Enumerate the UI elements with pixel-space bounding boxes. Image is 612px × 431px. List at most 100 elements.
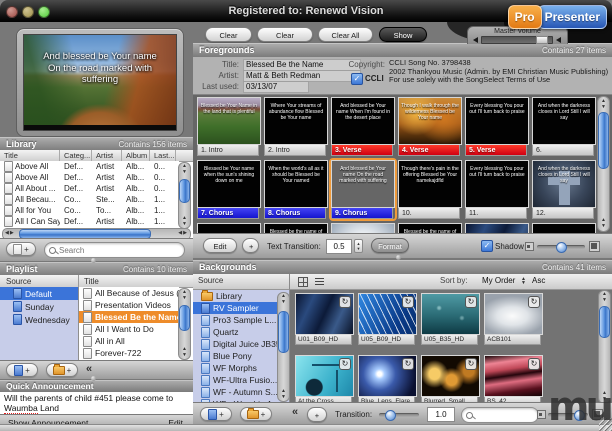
background-thumbnail[interactable]: ↻ U01_B09_HD	[295, 293, 354, 345]
foreground-slide[interactable]: And when the darkness closes in Lord Sti…	[532, 160, 596, 219]
background-source-item[interactable]: Blue Pony	[193, 350, 289, 362]
sort-arrows-icon[interactable]: ▲ ▼	[521, 277, 526, 286]
background-thumbnail[interactable]: ↻ At the Cross	[295, 355, 354, 402]
scrollbar-thumb[interactable]	[179, 179, 190, 203]
foreground-slide[interactable]: And blessed be Your name On the road mar…	[329, 158, 397, 221]
library-row[interactable]: Above All Def... Artist Alb... 0...	[0, 161, 179, 172]
search-input[interactable]	[473, 410, 534, 420]
scroll-left-right-icon[interactable]: ◀▶	[5, 230, 15, 236]
background-source-item[interactable]: WF-Ultra Fusio...	[193, 374, 289, 386]
foreground-slide[interactable]: Blessed be Your name when the sun's shin…	[197, 160, 261, 219]
scroll-arrows-icon[interactable]: ▲ ▼	[278, 388, 289, 400]
new-document-button[interactable]: +	[6, 242, 36, 256]
playlist-item[interactable]: All Because of Jesus (Auto)	[79, 287, 179, 299]
library-row[interactable]: All About ... Def... Artist Alb... 0...	[0, 183, 179, 194]
master-volume-slider[interactable]	[481, 36, 553, 44]
clear-all-button[interactable]: Clear All	[318, 27, 373, 42]
foreground-slide[interactable]: Though I walk through the wilderness Ble…	[398, 97, 462, 156]
foreground-slide[interactable]: And blessed be Your name When I'm found …	[331, 97, 395, 156]
background-source-item[interactable]: Quartz	[193, 326, 289, 338]
foreground-slide[interactable]: Though there's pain in the offering Bles…	[398, 160, 462, 219]
library-scrollbar[interactable]: ▲ ▼ ▲ ▼	[178, 162, 191, 229]
background-thumbnail[interactable]: ↻ ACB101	[484, 293, 543, 345]
new-folder-button[interactable]: +	[46, 363, 78, 377]
list-view-icon[interactable]	[315, 278, 324, 285]
scroll-arrows-icon[interactable]: ▲ ▼	[598, 217, 609, 229]
zoom-button[interactable]	[38, 6, 50, 18]
library-column-4[interactable]: Last...	[150, 150, 176, 161]
shadow-checkbox[interactable]: ✓	[481, 240, 493, 252]
scroll-arrows-icon[interactable]: ▲ ▼	[278, 293, 289, 305]
foreground-slide[interactable]: Where Your streams of abundance flow Ble…	[264, 97, 328, 156]
shadow-slider[interactable]	[537, 242, 585, 253]
library-row[interactable]: Above All Def... Artist Alb... 0...	[0, 172, 179, 183]
playlist-source-item[interactable]: Default	[0, 287, 78, 300]
background-thumbnail[interactable]: ↻ Blurred_Small_...	[421, 355, 480, 402]
scrollbar-thumb[interactable]	[599, 306, 610, 338]
scroll-arrows-icon[interactable]: ▲ ▼	[179, 289, 190, 301]
new-playlist-button[interactable]: +	[6, 363, 38, 377]
shadow-small-icon[interactable]	[525, 242, 534, 251]
foreground-slide[interactable]: Blessed be Your Name in the land that is…	[197, 97, 261, 156]
library-column-1[interactable]: Categ...	[60, 150, 92, 161]
sort-direction[interactable]: Asc	[532, 276, 545, 285]
backgrounds-scrollbar[interactable]: ▲ ▼ ▲ ▼	[598, 290, 611, 404]
thumb-size-slider-thumb[interactable]	[574, 410, 585, 421]
close-button[interactable]	[6, 6, 18, 18]
scroll-left-right-icon[interactable]: ◀▶	[178, 230, 188, 236]
playlist-source-item[interactable]: Sunday	[0, 300, 78, 313]
library-column-0[interactable]: Title	[0, 150, 60, 161]
show-output-button[interactable]: Show Output	[379, 27, 427, 54]
text-transition-input[interactable]	[326, 239, 352, 254]
foreground-slide[interactable]: And when the darkness closes in Lord Sti…	[532, 97, 596, 156]
background-source-item[interactable]: WF Morphs	[193, 362, 289, 374]
scroll-arrows-icon[interactable]: ▲ ▼	[179, 163, 190, 175]
scroll-arrows-icon[interactable]: ▲ ▼	[179, 346, 190, 358]
announcement-text[interactable]: Will the parents of child #451 please co…	[0, 392, 193, 414]
background-source-item[interactable]: RV Sampler	[193, 302, 289, 314]
clear-text-button[interactable]: Clear Text	[205, 27, 252, 54]
panel-resize-dimple[interactable]	[91, 376, 96, 381]
playlist-item[interactable]: All I Want to Do	[79, 323, 179, 335]
transition-slider[interactable]	[379, 410, 419, 421]
song-lastused-value[interactable]: 03/13/07	[243, 81, 309, 93]
foreground-slide[interactable]: When the world's all as it should be Ble…	[264, 160, 328, 219]
foreground-slide[interactable]: Every blessing You pour out I'll turn ba…	[465, 97, 529, 156]
add-slide-button[interactable]: +	[242, 238, 259, 253]
transition-slider-thumb[interactable]	[385, 410, 396, 421]
playlist-source-item[interactable]: Wednesday	[0, 313, 78, 326]
playlist-item[interactable]: Forever-722	[79, 347, 179, 359]
library-row[interactable]: All for You Co... To... Alb... 1...	[0, 205, 179, 216]
format-button[interactable]: Format	[371, 238, 409, 253]
source-column-header[interactable]: Source	[6, 277, 31, 286]
sort-order-select[interactable]: My Order	[482, 276, 515, 285]
backgrounds-source-scrollbar[interactable]: ▲ ▼ ▲ ▼	[277, 292, 290, 402]
library-column-2[interactable]: Artist	[92, 150, 122, 161]
panel-resize-dimple[interactable]	[396, 255, 401, 260]
add-background-button[interactable]: +	[307, 407, 327, 422]
shadow-slider-thumb[interactable]	[556, 242, 567, 253]
scroll-arrows-icon[interactable]: ▲ ▼	[599, 390, 610, 402]
playlist-item[interactable]: Blessed Be the Name	[79, 311, 179, 323]
collapse-button[interactable]: «	[86, 363, 92, 375]
master-volume-thumb[interactable]	[536, 36, 548, 44]
minimize-button[interactable]	[22, 6, 34, 18]
title-column-header[interactable]: Title	[84, 277, 99, 286]
scroll-arrows-icon[interactable]: ▲ ▼	[179, 215, 190, 227]
backgrounds-search[interactable]	[461, 407, 539, 423]
playlist-item[interactable]: Presentation Videos	[79, 299, 179, 311]
background-thumbnail[interactable]: ↻ U05_B09_HD	[358, 293, 417, 345]
resize-grip[interactable]	[599, 418, 612, 431]
scroll-arrows-icon[interactable]: ▲ ▼	[599, 291, 610, 303]
ccli-checkbox[interactable]: ✓	[351, 73, 363, 85]
playlist-item[interactable]: All in All	[79, 335, 179, 347]
new-background-folder-button[interactable]: +	[240, 407, 272, 421]
background-thumbnail[interactable]: ↻ Blue_Lens_Flare	[358, 355, 417, 402]
collapse-button[interactable]: «	[292, 406, 298, 418]
thumb-size-slider[interactable]	[548, 410, 588, 421]
library-search[interactable]	[44, 242, 185, 258]
scrollbar-thumb[interactable]	[179, 305, 190, 331]
scroll-arrows-icon[interactable]: ▲ ▼	[598, 98, 609, 110]
background-thumbnail[interactable]: ↻ BS_42	[484, 355, 543, 402]
grid-view-icon[interactable]	[298, 277, 308, 287]
